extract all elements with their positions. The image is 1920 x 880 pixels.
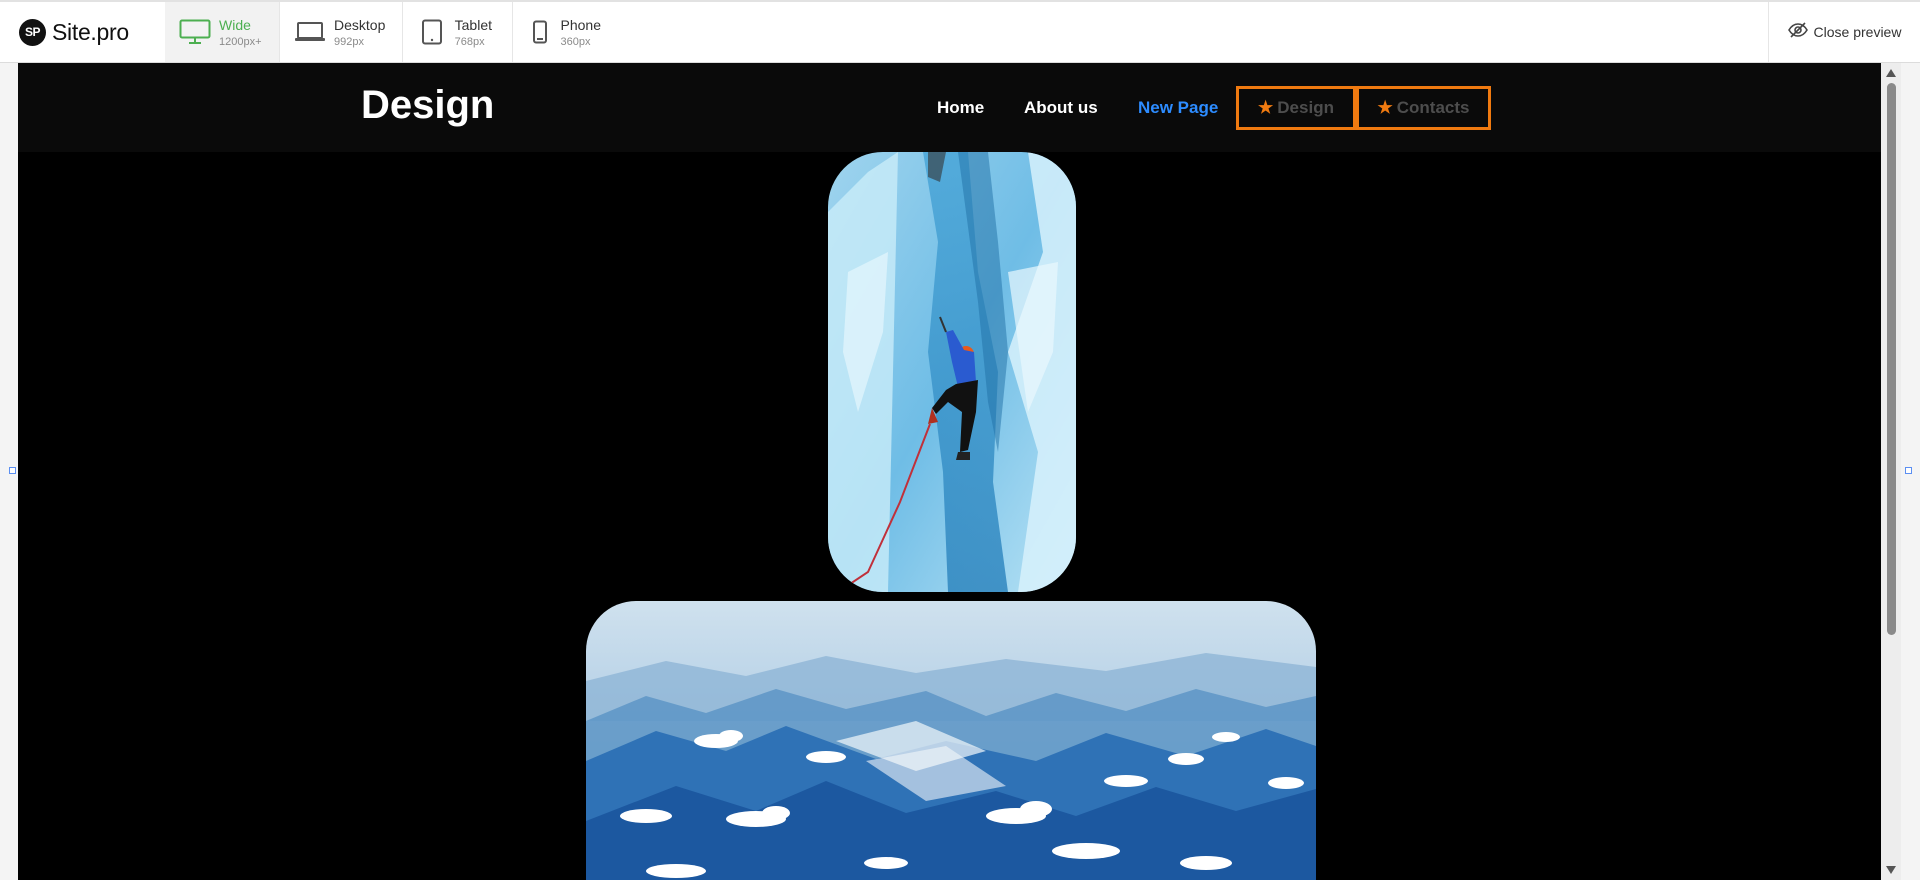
device-tab-tablet[interactable]: Tablet 768px [403,2,513,62]
device-name: Tablet [454,16,492,33]
close-preview-button[interactable]: Close preview [1768,2,1920,62]
laptop-icon [294,21,326,43]
site-nav: Home About us New Page ★ Design ★ Contac… [18,63,1881,152]
mountains-above-clouds-photo [586,601,1316,880]
device-name: Phone [560,16,601,33]
preview-toolbar: SP Site.pro Wide 1200px+ Desktop 992px T… [0,0,1920,63]
nav-contacts-button[interactable]: ★ Contacts [1356,86,1491,130]
scroll-down-arrow-icon[interactable] [1886,866,1896,874]
star-icon: ★ [1377,98,1393,117]
device-tab-phone[interactable]: Phone 360px [513,2,621,62]
brand-name: Site.pro [52,18,129,45]
brand[interactable]: SP Site.pro [0,2,165,62]
scroll-thumb[interactable] [1887,83,1896,635]
ice-climber-photo [828,152,1076,592]
device-size: 1200px+ [219,35,262,48]
nav-design-button[interactable]: ★ Design [1236,86,1356,130]
nav-new-page[interactable]: New Page [1138,98,1218,118]
device-name: Desktop [334,16,386,33]
site-pro-logo-icon: SP [19,18,46,46]
eye-slash-icon [1787,21,1808,43]
device-tab-desktop[interactable]: Desktop 992px [280,2,403,62]
scroll-up-arrow-icon[interactable] [1886,69,1896,77]
device-tab-wide[interactable]: Wide 1200px+ [165,2,280,62]
preview-scrollbar[interactable] [1881,63,1901,880]
device-size: 768px [454,35,485,48]
device-size: 992px [334,35,364,48]
nav-about-us[interactable]: About us [1024,98,1098,118]
right-resize-handle[interactable] [1905,467,1912,474]
star-icon: ★ [1258,98,1274,117]
phone-icon [527,20,553,44]
monitor-icon [179,19,211,45]
nav-home[interactable]: Home [937,98,984,118]
nav-contacts-label: Contacts [1396,98,1470,117]
left-resize-handle[interactable] [9,467,16,474]
site-header: Design Home About us New Page ★ Design ★… [18,63,1881,152]
site-preview-frame: Design Home About us New Page ★ Design ★… [18,63,1881,880]
nav-design-label: Design [1277,98,1334,117]
close-preview-label: Close preview [1813,24,1902,40]
tablet-icon [417,19,447,45]
device-name: Wide [219,16,251,33]
device-size: 360px [560,35,591,48]
